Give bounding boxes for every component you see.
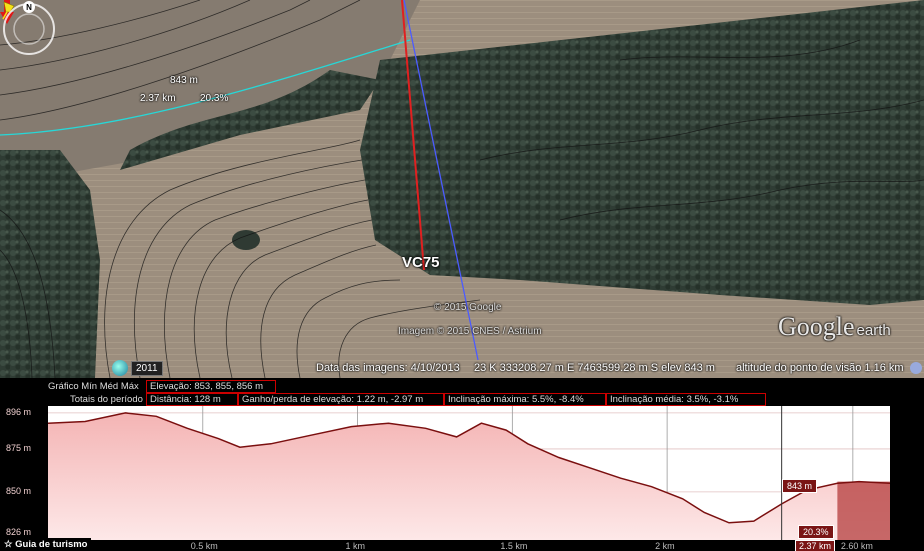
google-earth-window: 843 m 2.37 km 20.3% VC75 © 2015 Google I…: [0, 0, 924, 551]
cursor-slope-tag: 20.3%: [798, 525, 834, 539]
google-earth-logo: Google earth: [778, 312, 891, 342]
y-tick-label: 826 m: [6, 527, 32, 538]
x-tick-label: 1 km: [345, 541, 366, 551]
logo-earth-text: earth: [856, 322, 891, 339]
chart-stats-label: Gráfico Mín Méd Máx: [48, 381, 139, 392]
imagery-copyright: Imagem © 2015 CNES / Astrium: [398, 326, 542, 337]
x-tick-label: 2 km: [655, 541, 675, 551]
waypoint-label[interactable]: VC75: [402, 254, 440, 271]
cursor-distance-tag: 2.37 km: [795, 540, 836, 551]
y-tick-label: 875 m: [6, 442, 32, 453]
y-tick-label: 850 m: [6, 485, 32, 496]
pointer-elevation-label: 843 m: [170, 75, 198, 86]
historical-imagery-icon[interactable]: [112, 360, 128, 376]
status-bar-globe-icon[interactable]: [910, 362, 922, 374]
google-copyright: © 2015 Google: [434, 302, 502, 313]
elevation-stats-box: Elevação: 853, 855, 856 m: [146, 380, 276, 393]
tour-guide-button[interactable]: ☆ Guia de turismo: [0, 538, 92, 551]
imagery-date: Data das imagens: 4/10/2013: [316, 362, 460, 374]
eye-altitude: altitude do ponto de visão 1.16 km: [736, 362, 904, 374]
x-tick-label: 0.5 km: [190, 541, 218, 551]
x-tick-label: 1.5 km: [500, 541, 528, 551]
historical-imagery-year[interactable]: 2011: [131, 361, 163, 376]
map-viewport[interactable]: 843 m 2.37 km 20.3% VC75 © 2015 Google I…: [0, 0, 924, 378]
selected-range-highlight: [837, 481, 890, 540]
x-tick-label: 2.60 km: [840, 541, 873, 551]
pointer-distance-label: 2.37 km: [140, 93, 176, 104]
pointer-slope-label: 20.3%: [200, 93, 229, 104]
compass-icon[interactable]: N: [0, 0, 58, 58]
elevation-profile-chart[interactable]: [0, 404, 924, 551]
compass-north-letter: N: [26, 3, 32, 12]
cursor-coordinates: 23 K 333208.27 m E 7463599.28 m S elev 8…: [474, 362, 715, 374]
logo-google-text: Google: [778, 312, 855, 341]
cursor-elevation-tag: 843 m: [782, 479, 818, 493]
y-tick-label: 896 m: [6, 406, 32, 417]
